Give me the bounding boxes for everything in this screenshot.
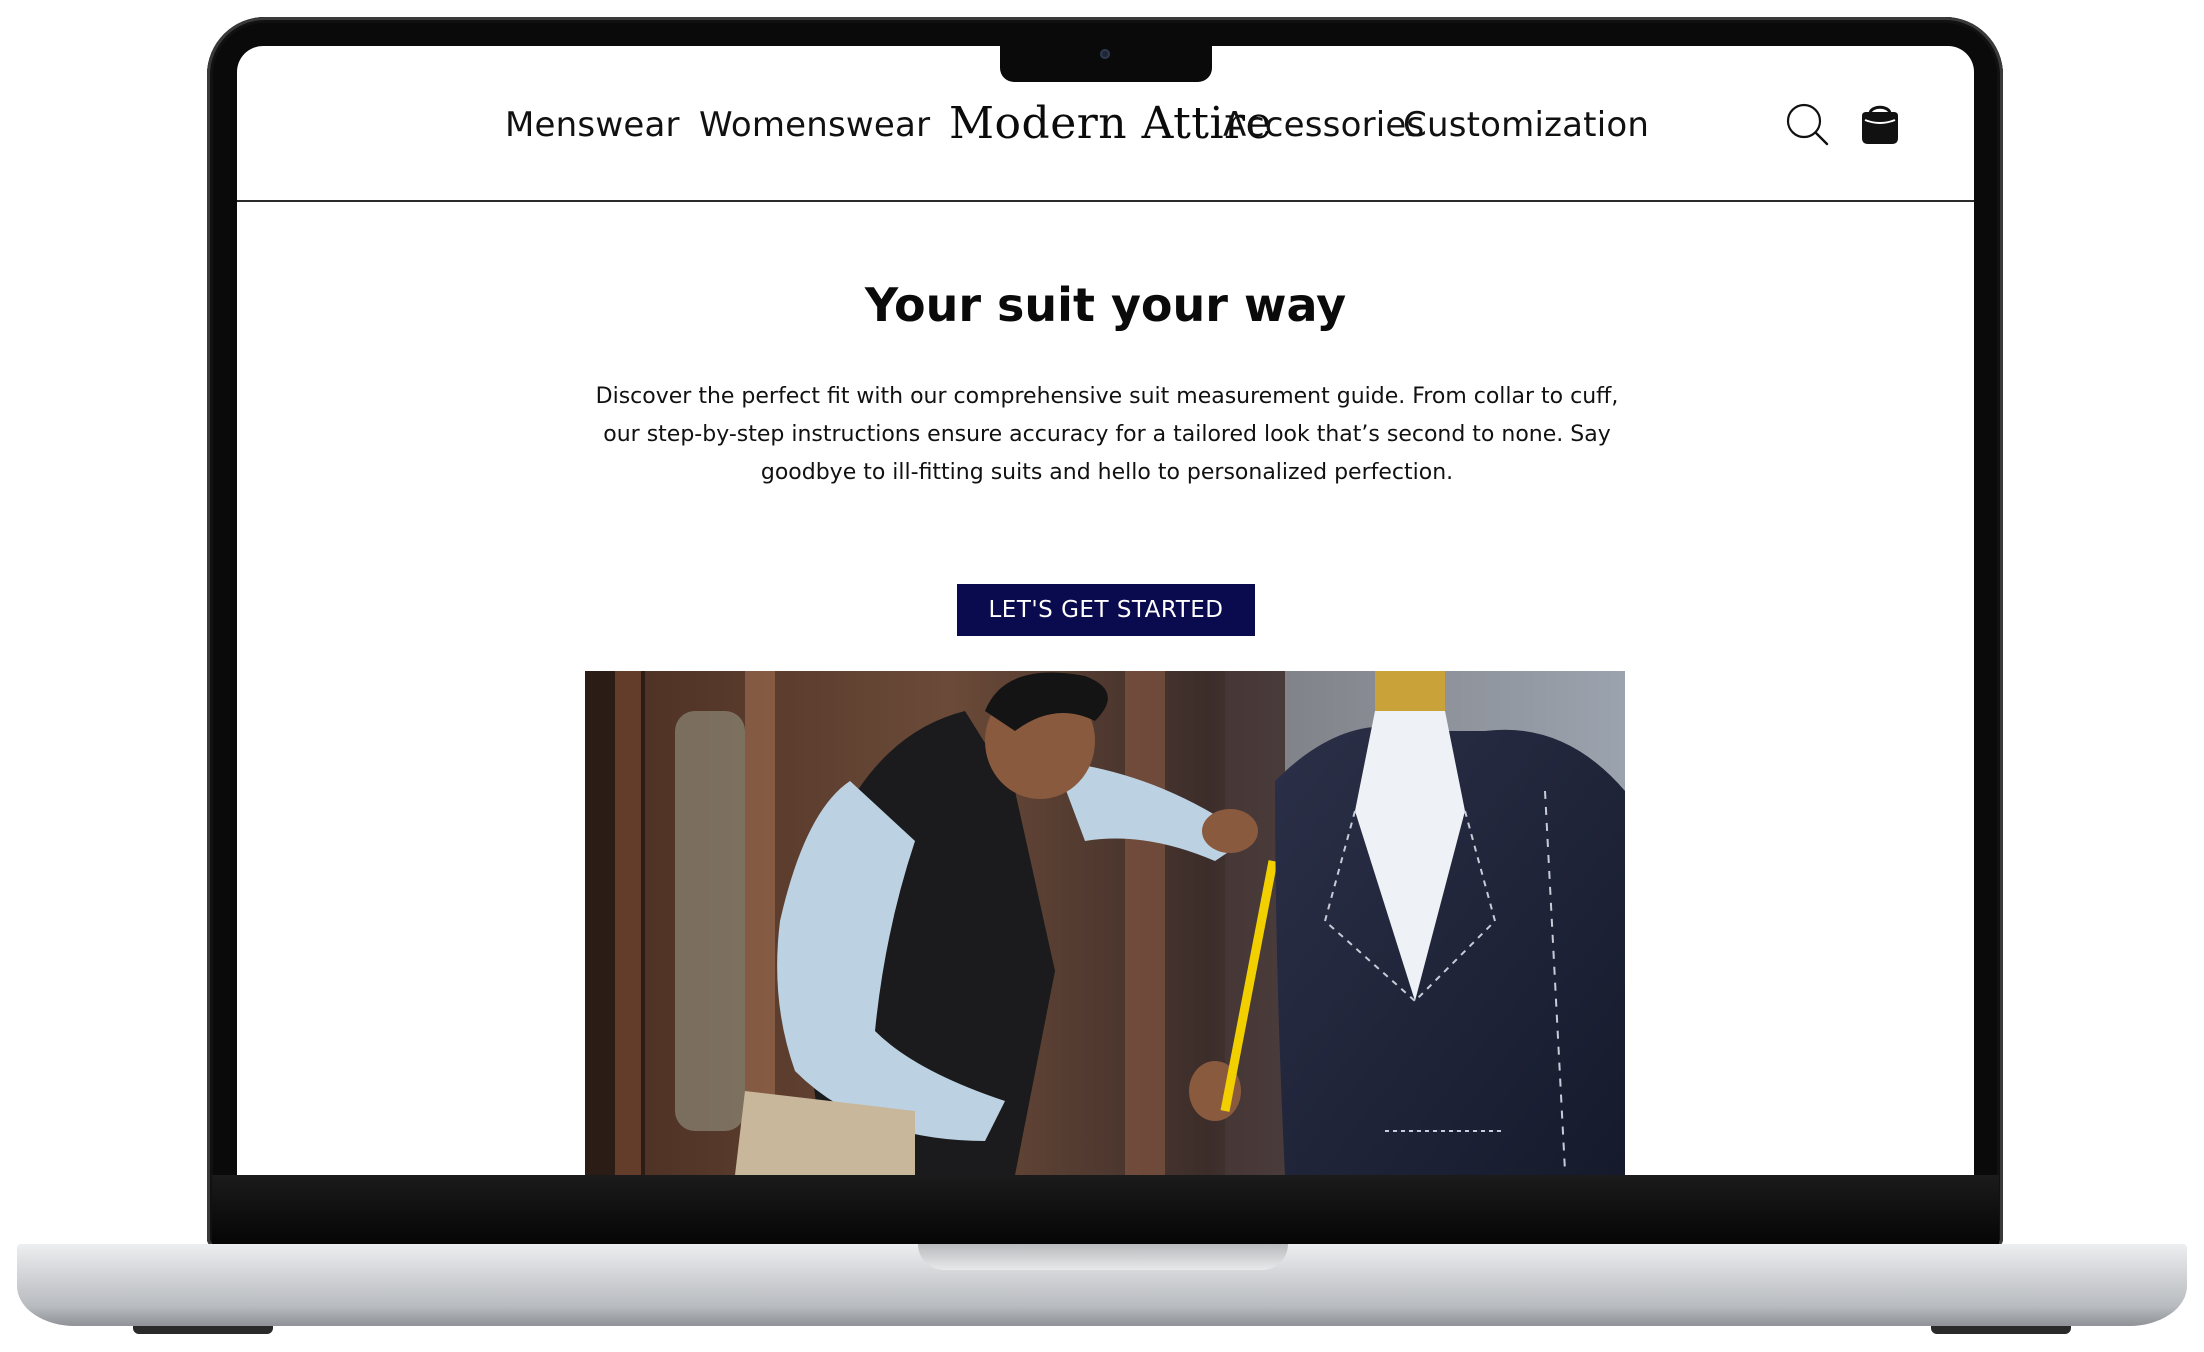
browser-viewport: Menswear Womenswear Modern Attire Access… bbox=[237, 46, 1974, 1175]
shopping-bag-icon[interactable] bbox=[1859, 102, 1905, 148]
laptop-foot-left bbox=[133, 1326, 273, 1334]
nav-link-accessories[interactable]: Accessories bbox=[1223, 105, 1424, 145]
nav-link-womenswear[interactable]: Womenswear bbox=[699, 105, 930, 145]
hero-title: Your suit your way bbox=[864, 278, 1347, 332]
shopping-bag-icon-glyph bbox=[1862, 105, 1898, 144]
camera-notch bbox=[1000, 40, 1212, 82]
camera-icon bbox=[1100, 49, 1110, 59]
search-icon-glyph bbox=[1786, 103, 1829, 146]
laptop-foot-right bbox=[1931, 1326, 2071, 1334]
laptop-bezel-chin bbox=[212, 1175, 1999, 1245]
nav-link-customization[interactable]: Customization bbox=[1403, 105, 1649, 145]
search-icon[interactable] bbox=[1785, 102, 1831, 148]
tailor-hero-image bbox=[585, 671, 1625, 1175]
hero-description: Discover the perfect fit with our compre… bbox=[595, 384, 1619, 485]
tailor-photo-illustration bbox=[585, 671, 1625, 1175]
laptop-opening-notch bbox=[918, 1244, 1288, 1270]
get-started-button[interactable]: LET'S GET STARTED bbox=[957, 584, 1255, 636]
nav-link-menswear[interactable]: Menswear bbox=[505, 105, 680, 145]
